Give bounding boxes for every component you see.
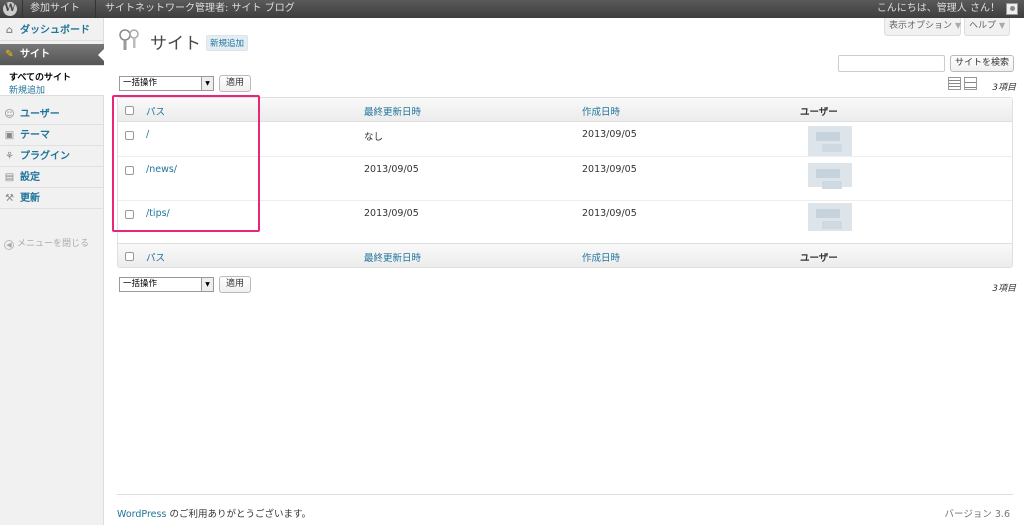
themes-icon: ▣	[4, 130, 15, 141]
network-admin-link[interactable]: サイトネットワーク管理者: サイト ブログ	[105, 0, 295, 18]
select-all-checkbox-bottom[interactable]	[125, 252, 134, 261]
table-footer: パス 最終更新日時 作成日時 ユーザー	[118, 243, 1012, 267]
submenu-add-new[interactable]: 新規追加	[9, 83, 45, 96]
footer-thanks-text: のご利用ありがとうございます。	[166, 509, 311, 520]
excerpt-view-icon[interactable]	[964, 77, 977, 90]
settings-icon: ▤	[4, 172, 15, 183]
users-cell-redacted	[808, 126, 852, 156]
column-users: ユーザー	[800, 107, 838, 118]
help-button[interactable]: ヘルプ ▼	[964, 18, 1010, 36]
menu-plugins[interactable]: ⚘ プラグイン	[0, 146, 104, 167]
highlight-box	[112, 95, 260, 232]
bulk-action-value: 一括操作	[123, 279, 158, 289]
collapse-menu-button[interactable]: ◀ メニューを閉じる	[4, 236, 89, 250]
menu-settings-label: 設定	[20, 172, 40, 183]
bulk-action-value: 一括操作	[123, 78, 158, 88]
item-count-top: 3項目	[992, 83, 1016, 93]
column-users-footer: ユーザー	[800, 253, 838, 264]
menu-settings[interactable]: ▤ 設定	[0, 167, 104, 188]
menu-updates[interactable]: ⚒ 更新	[0, 188, 104, 209]
menu-themes[interactable]: ▣ テーマ	[0, 125, 104, 146]
last-updated-cell: なし	[364, 132, 384, 143]
sites-icon: ✎	[5, 49, 14, 60]
admin-bar-separator	[22, 0, 23, 18]
greeting-link[interactable]: こんにちは、管理人 さん！	[877, 0, 1000, 18]
column-path-footer[interactable]: パス	[146, 250, 165, 264]
menu-dashboard[interactable]: ⌂ ダッシュボード	[0, 20, 104, 41]
apply-button-top[interactable]: 適用	[219, 75, 251, 92]
menu-updates-label: 更新	[20, 193, 40, 204]
users-cell-redacted	[808, 203, 852, 231]
collapse-menu-label: メニューを閉じる	[17, 239, 90, 249]
submenu-all-sites[interactable]: すべてのサイト	[9, 70, 71, 83]
registered-cell: 2013/09/05	[582, 208, 637, 219]
footer-divider	[117, 494, 1013, 495]
menu-sites[interactable]: ✎ サイト	[0, 44, 104, 66]
admin-bar: W 参加サイト サイトネットワーク管理者: サイト ブログ こんにちは、管理人 …	[0, 0, 1024, 18]
screen-options-label: 表示オプション	[889, 21, 953, 31]
page-title: サイト	[150, 34, 201, 54]
column-registered-footer[interactable]: 作成日時	[582, 250, 620, 264]
help-label: ヘルプ	[969, 21, 997, 31]
list-view-icon[interactable]	[948, 77, 961, 90]
add-new-site-button[interactable]: 新規追加	[206, 35, 249, 51]
bulk-action-select-bottom[interactable]: 一括操作 ▼	[119, 277, 214, 292]
menu-users[interactable]: ☺ ユーザー	[0, 104, 104, 125]
users-icon: ☺	[4, 109, 15, 120]
wordpress-logo-icon[interactable]: W	[3, 2, 17, 16]
column-last-updated-footer[interactable]: 最終更新日時	[364, 250, 421, 264]
column-registered[interactable]: 作成日時	[582, 104, 620, 118]
menu-dashboard-label: ダッシュボード	[20, 25, 90, 36]
bulk-action-select-top[interactable]: 一括操作 ▼	[119, 76, 214, 91]
search-sites-button[interactable]: サイトを検索	[950, 55, 1014, 72]
menu-plugins-label: プラグイン	[20, 151, 70, 162]
registered-cell: 2013/09/05	[582, 164, 637, 175]
registered-cell: 2013/09/05	[582, 129, 637, 140]
menu-sites-label: サイト	[20, 49, 50, 60]
sites-keys-icon	[119, 29, 139, 50]
wordpress-link[interactable]: WordPress	[117, 509, 166, 520]
admin-bar-separator	[95, 0, 96, 18]
collapse-arrow-icon: ◀	[4, 240, 14, 250]
plugins-icon: ⚘	[5, 151, 14, 162]
column-last-updated[interactable]: 最終更新日時	[364, 104, 421, 118]
dropdown-arrow-icon: ▼	[201, 77, 213, 90]
site-search-input[interactable]	[838, 55, 945, 72]
menu-themes-label: テーマ	[20, 130, 50, 141]
footer-version: バージョン 3.6	[944, 509, 1010, 520]
last-updated-cell: 2013/09/05	[364, 208, 419, 219]
my-sites-link[interactable]: 参加サイト	[30, 0, 80, 18]
dashboard-icon: ⌂	[5, 25, 14, 36]
screen-options-button[interactable]: 表示オプション ▼	[884, 18, 961, 36]
apply-button-bottom[interactable]: 適用	[219, 276, 251, 293]
last-updated-cell: 2013/09/05	[364, 164, 419, 175]
menu-users-label: ユーザー	[20, 109, 60, 120]
item-count-bottom: 3項目	[992, 284, 1016, 294]
updates-icon: ⚒	[5, 193, 14, 204]
users-cell-redacted	[808, 163, 852, 189]
sites-submenu: すべてのサイト 新規追加	[0, 66, 104, 96]
admin-menu: ⌂ ダッシュボード ✎ サイト すべてのサイト 新規追加 ☺ ユーザー ▣ テーマ ⚘ プ…	[0, 18, 104, 525]
chevron-down-icon: ▼	[999, 21, 1006, 30]
dropdown-arrow-icon: ▼	[201, 278, 213, 291]
chevron-down-icon: ▼	[955, 21, 962, 30]
avatar-icon[interactable]	[1006, 3, 1018, 15]
footer-thanks: WordPress のご利用ありがとうございます。	[117, 506, 311, 520]
